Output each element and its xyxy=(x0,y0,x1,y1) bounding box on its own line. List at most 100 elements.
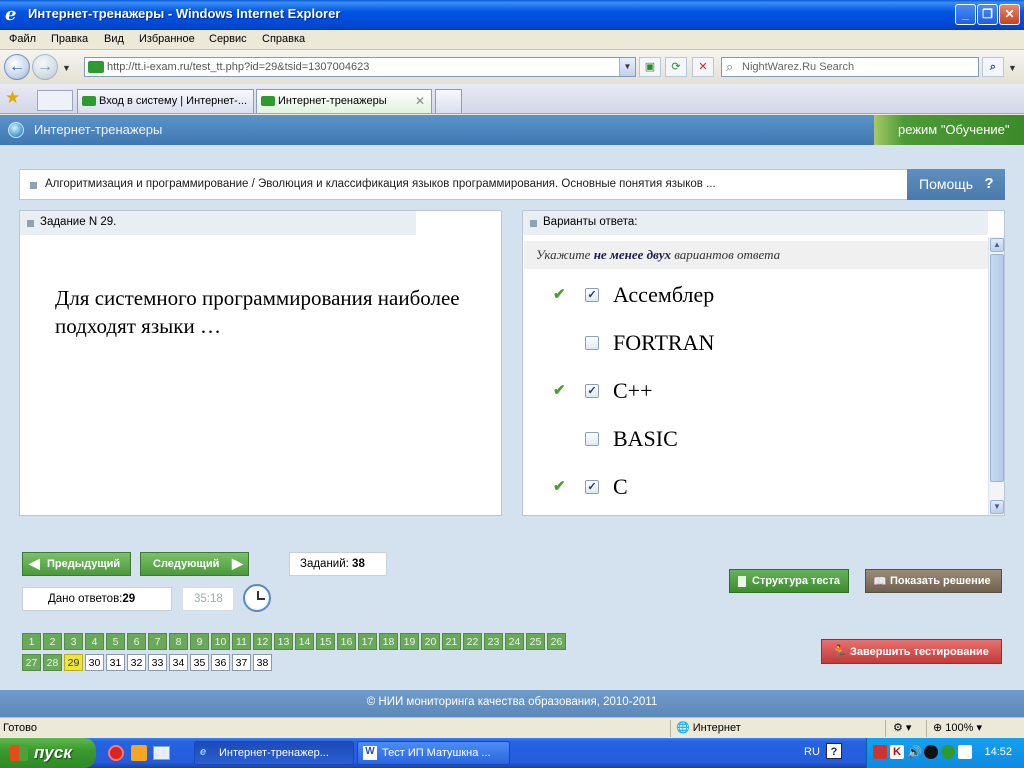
question-number-cell[interactable]: 17 xyxy=(358,633,377,650)
question-number-cell[interactable]: 38 xyxy=(253,654,272,671)
question-number-cell[interactable]: 34 xyxy=(169,654,188,671)
question-number-cell[interactable]: 22 xyxy=(463,633,482,650)
tab-login[interactable]: Вход в систему | Интернет-... xyxy=(77,89,254,113)
tab-trainers[interactable]: Интернет-тренажеры ✕ xyxy=(256,89,432,113)
question-number-cell[interactable]: 7 xyxy=(148,633,167,650)
question-number-cell[interactable]: 24 xyxy=(505,633,524,650)
question-number-cell[interactable]: 1 xyxy=(22,633,41,650)
question-number-cell[interactable]: 20 xyxy=(421,633,440,650)
minimize-button[interactable]: _ xyxy=(955,4,976,25)
question-number-cell[interactable]: 15 xyxy=(316,633,335,650)
question-number-cell[interactable]: 30 xyxy=(85,654,104,671)
option-checkbox[interactable]: ✓ xyxy=(585,384,599,398)
close-window-button[interactable]: ✕ xyxy=(999,4,1020,25)
quicklaunch-app-icon[interactable] xyxy=(131,745,147,761)
stop-icon[interactable]: ✕ xyxy=(692,57,714,77)
question-number-cell[interactable]: 2 xyxy=(43,633,62,650)
back-button[interactable]: ← xyxy=(4,54,30,80)
help-button[interactable]: Помощь ? xyxy=(907,169,1005,200)
tray-media-icon[interactable] xyxy=(924,745,938,759)
new-tab-button[interactable] xyxy=(435,89,462,113)
kaspersky-icon[interactable]: K xyxy=(890,745,904,759)
answer-option[interactable]: ✔ ✓ C++ xyxy=(553,375,973,407)
refresh-icon[interactable]: ⟳ xyxy=(665,57,687,77)
opera-icon[interactable] xyxy=(108,745,124,761)
question-number-cell[interactable]: 8 xyxy=(169,633,188,650)
question-number-cell[interactable]: 12 xyxy=(253,633,272,650)
zoom-control[interactable]: ⊕ 100% ▾ xyxy=(933,721,982,734)
answer-option[interactable]: FORTRAN xyxy=(553,327,973,359)
menu-help[interactable]: Справка xyxy=(262,33,305,45)
question-number-cell[interactable]: 25 xyxy=(526,633,545,650)
question-number-cell[interactable]: 6 xyxy=(127,633,146,650)
compat-view-icon[interactable]: ▣ xyxy=(639,57,661,77)
question-number-cell[interactable]: 16 xyxy=(337,633,356,650)
question-number-cell[interactable]: 5 xyxy=(106,633,125,650)
scroll-down-icon[interactable]: ▼ xyxy=(990,500,1004,514)
question-number-cell[interactable]: 13 xyxy=(274,633,293,650)
test-structure-button[interactable]: Структура теста xyxy=(729,569,849,593)
maximize-button[interactable]: ❐ xyxy=(977,4,998,25)
answer-option[interactable]: ✔ ✓ C xyxy=(553,471,973,503)
search-input[interactable]: ⌕ NightWarez.Ru Search xyxy=(721,57,979,77)
question-number-cell[interactable]: 33 xyxy=(148,654,167,671)
menu-favorites[interactable]: Избранное xyxy=(139,33,195,45)
answers-scrollbar[interactable]: ▲ ▼ xyxy=(988,237,1004,515)
language-indicator[interactable]: RU xyxy=(804,746,820,758)
volume-icon[interactable]: 🔊 xyxy=(907,745,922,759)
question-number-cell[interactable]: 3 xyxy=(64,633,83,650)
menu-file[interactable]: Файл xyxy=(9,33,36,45)
tray-app-icon[interactable] xyxy=(873,745,887,759)
history-dropdown-icon[interactable]: ▼ xyxy=(62,63,71,73)
scroll-thumb[interactable] xyxy=(990,254,1004,482)
question-number-cell[interactable]: 31 xyxy=(106,654,125,671)
question-number-cell[interactable]: 11 xyxy=(232,633,251,650)
question-number-cell[interactable]: 18 xyxy=(379,633,398,650)
question-number-cell[interactable]: 4 xyxy=(85,633,104,650)
start-button[interactable]: пуск xyxy=(0,738,96,768)
prev-button[interactable]: ◀ Предыдущий xyxy=(22,552,131,576)
protected-mode-icon[interactable]: ⚙ ▾ xyxy=(893,721,911,734)
menu-view[interactable]: Вид xyxy=(104,33,124,45)
option-checkbox[interactable]: ✓ xyxy=(585,480,599,494)
taskbar-item-word[interactable]: W Тест ИП Матушкна ... xyxy=(357,741,510,765)
option-checkbox[interactable]: ✓ xyxy=(585,288,599,302)
next-button[interactable]: Следующий ▶ xyxy=(140,552,249,576)
scroll-up-icon[interactable]: ▲ xyxy=(990,238,1004,252)
taskbar-item-ie[interactable]: e Интернет-тренажер... xyxy=(194,741,354,765)
tab-close-icon[interactable]: ✕ xyxy=(415,94,425,108)
question-number-cell[interactable]: 35 xyxy=(190,654,209,671)
window-titlebar[interactable]: e Интернет-тренажеры - Windows Internet … xyxy=(0,0,1024,30)
option-checkbox[interactable] xyxy=(585,336,599,350)
answer-option[interactable]: BASIC xyxy=(553,423,973,455)
tray-misc-icon[interactable] xyxy=(958,745,972,759)
question-number-cell[interactable]: 21 xyxy=(442,633,461,650)
search-go-button[interactable]: ⌕ xyxy=(982,57,1004,77)
search-options-icon[interactable]: ▼ xyxy=(1008,63,1017,73)
answer-option[interactable]: ✔ ✓ Ассемблер xyxy=(553,279,973,311)
question-number-cell[interactable]: 36 xyxy=(211,654,230,671)
question-number-cell[interactable]: 19 xyxy=(400,633,419,650)
question-number-cell[interactable]: 28 xyxy=(43,654,62,671)
show-desktop-icon[interactable] xyxy=(153,746,170,760)
question-number-cell[interactable]: 37 xyxy=(232,654,251,671)
finish-test-button[interactable]: 🏃 Завершить тестирование xyxy=(821,639,1002,664)
quick-tabs-icon[interactable] xyxy=(37,90,73,111)
question-number-cell[interactable]: 23 xyxy=(484,633,503,650)
forward-button[interactable]: → xyxy=(32,54,58,80)
question-number-cell[interactable]: 27 xyxy=(22,654,41,671)
question-number-cell[interactable]: 10 xyxy=(211,633,230,650)
tray-network-icon[interactable] xyxy=(941,745,955,759)
menu-edit[interactable]: Правка xyxy=(51,33,88,45)
show-solution-button[interactable]: 📖 Показать решение xyxy=(865,569,1002,593)
question-number-cell[interactable]: 26 xyxy=(547,633,566,650)
address-input[interactable]: http://tt.i-exam.ru/test_tt.php?id=29&ts… xyxy=(84,57,636,77)
question-number-cell[interactable]: 32 xyxy=(127,654,146,671)
question-number-cell[interactable]: 9 xyxy=(190,633,209,650)
question-number-cell[interactable]: 14 xyxy=(295,633,314,650)
question-number-cell[interactable]: 29 xyxy=(64,654,83,671)
menu-tools[interactable]: Сервис xyxy=(209,33,247,45)
address-dropdown-icon[interactable]: ▼ xyxy=(619,58,635,76)
help-tray-icon[interactable]: ? xyxy=(826,743,842,759)
option-checkbox[interactable] xyxy=(585,432,599,446)
